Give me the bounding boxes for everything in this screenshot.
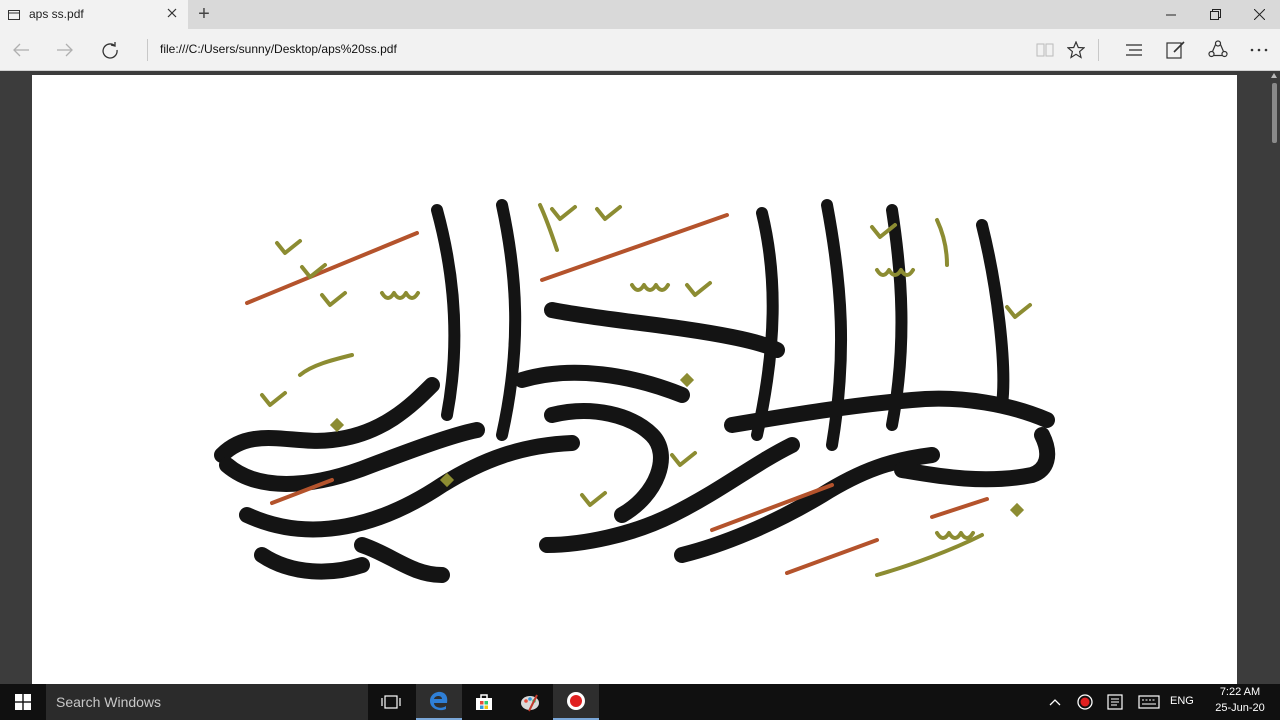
maximize-icon [1209,9,1221,20]
web-note-icon [1166,41,1185,59]
navigation-bar: file:///C:/Users/sunny/Desktop/aps%20ss.… [0,29,1280,71]
web-note-button[interactable] [1155,29,1197,71]
address-bar[interactable]: file:///C:/Users/sunny/Desktop/aps%20ss.… [160,42,397,56]
windows-start-icon [15,694,31,710]
taskbar: Search Windows ENG 7:22 AM 25-Jun-20 [0,684,1280,720]
minimize-button[interactable] [1148,0,1194,29]
record-tray-button[interactable] [1070,684,1100,720]
more-icon [1250,48,1268,52]
more-button[interactable] [1238,29,1280,71]
search-placeholder: Search Windows [56,694,162,710]
paint-taskbar-button[interactable] [507,684,553,720]
page-icon [8,8,20,26]
scroll-thumb[interactable] [1272,83,1277,143]
notes-tray-button[interactable] [1100,684,1130,720]
tab-aps-pdf[interactable]: aps ss.pdf [0,0,188,29]
hub-icon [1126,44,1142,56]
recorder-icon [567,692,585,710]
title-bar: aps ss.pdf + [0,0,1280,29]
clock-date[interactable]: 25-Jun-20 [1210,702,1270,714]
close-tab-button[interactable] [164,6,180,22]
notes-tray-icon [1107,694,1123,710]
close-icon [1253,9,1265,20]
pdf-page [32,75,1237,684]
clock-time[interactable]: 7:22 AM [1210,686,1270,698]
task-view-button[interactable] [368,684,414,720]
edge-icon [430,691,448,711]
close-window-button[interactable] [1236,0,1280,29]
refresh-icon [102,42,118,59]
vertical-scrollbar[interactable] [1268,71,1280,684]
reading-view-icon [1036,43,1054,57]
favorite-star-icon [1067,41,1085,59]
forward-icon [57,43,73,57]
back-button[interactable] [0,29,42,71]
minimize-icon [1166,14,1176,15]
paint-icon [521,694,539,712]
language-indicator[interactable]: ENG [1170,695,1194,707]
back-icon [13,43,29,57]
share-button[interactable] [1197,29,1239,71]
task-view-icon [381,695,401,709]
calligraphy-black-strokes [214,199,1056,583]
calligraphy-artwork [214,199,1056,583]
forward-button[interactable] [44,29,86,71]
record-tray-icon [1077,694,1093,710]
pdf-viewer[interactable] [0,71,1280,684]
close-icon [167,8,177,18]
favorite-button[interactable] [1055,29,1097,71]
recorder-taskbar-button[interactable] [553,684,599,720]
taskbar-search[interactable]: Search Windows [46,684,368,720]
scroll-up-icon[interactable] [1271,73,1277,78]
toolbar-divider [1098,39,1099,61]
new-tab-button[interactable]: + [195,4,213,24]
address-divider [147,39,148,61]
start-button[interactable] [0,684,46,720]
store-taskbar-button[interactable] [461,684,507,720]
store-icon [476,694,492,710]
refresh-button[interactable] [89,29,131,71]
hub-button[interactable] [1113,29,1155,71]
share-icon [1208,40,1228,58]
keyboard-tray-button[interactable] [1134,684,1164,720]
keyboard-tray-icon [1138,695,1160,709]
chevron-up-icon [1049,699,1061,706]
tab-title: aps ss.pdf [29,7,84,21]
restore-button[interactable] [1192,0,1238,29]
edge-taskbar-button[interactable] [416,684,462,720]
show-hidden-icons-button[interactable] [1040,684,1070,720]
